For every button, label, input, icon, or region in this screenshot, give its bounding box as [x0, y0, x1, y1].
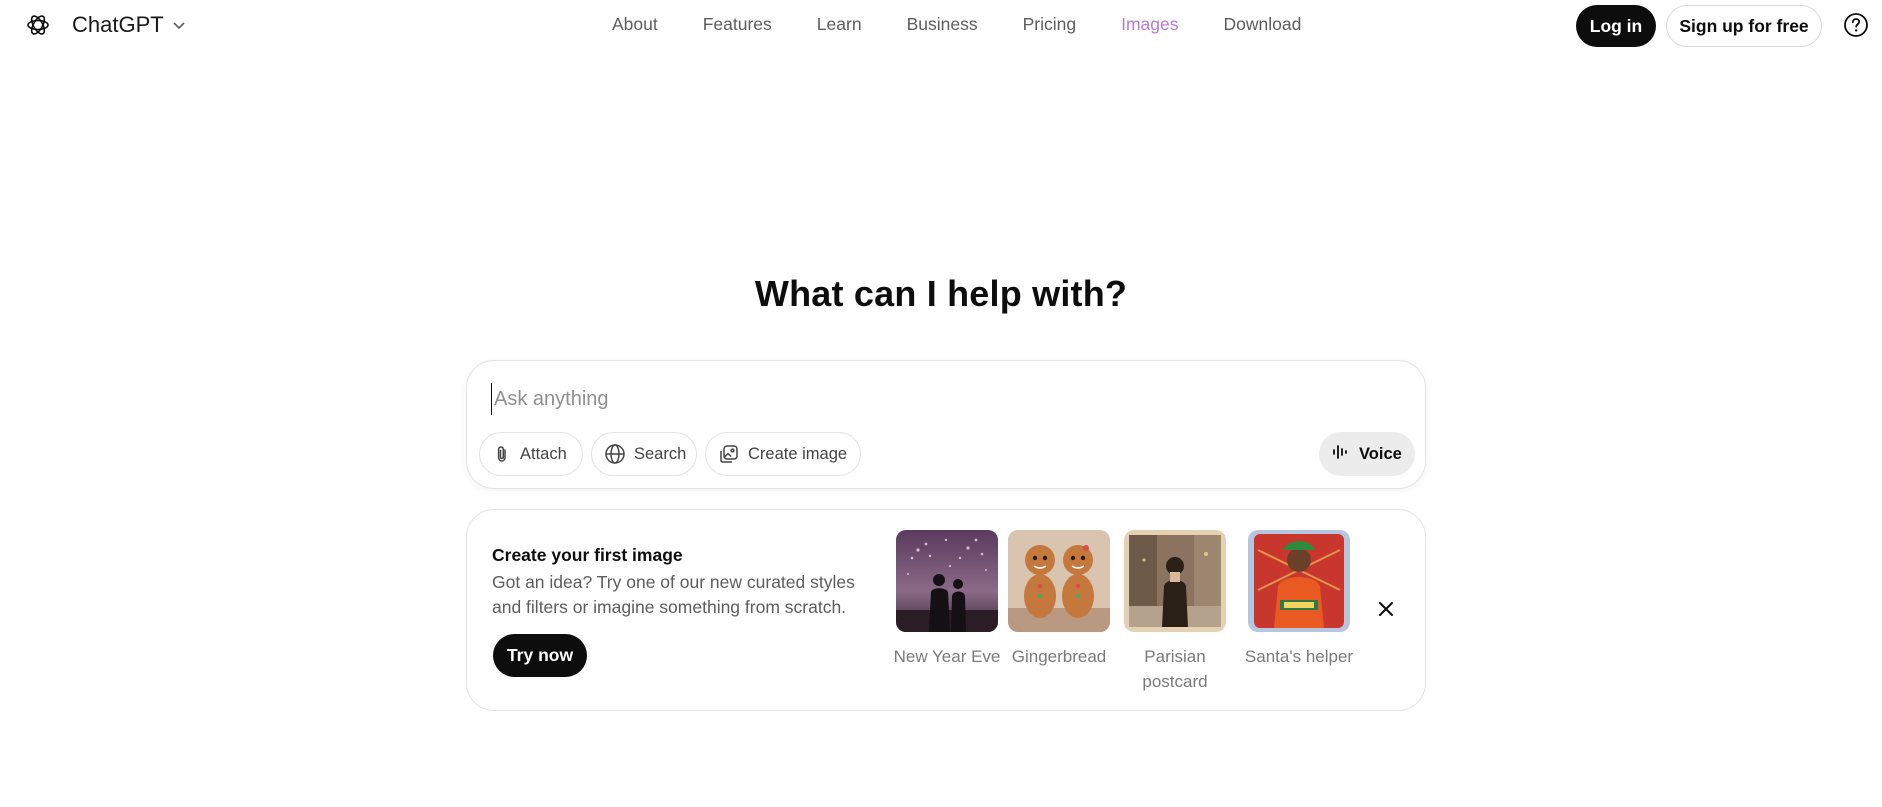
voice-waveform-icon: [1331, 442, 1351, 467]
create-image-button[interactable]: Create image: [705, 432, 861, 476]
nav-item-pricing[interactable]: Pricing: [1023, 14, 1077, 35]
prompt-input[interactable]: [491, 383, 1371, 415]
question-circle-icon[interactable]: [1843, 12, 1869, 38]
chevron-down-icon: [172, 18, 186, 32]
brand-name: ChatGPT: [72, 12, 164, 37]
nav-item-features[interactable]: Features: [703, 14, 772, 35]
new-year-eve-thumbnail: [896, 530, 998, 632]
nav-item-download[interactable]: Download: [1223, 14, 1301, 35]
openai-logo-icon[interactable]: [24, 11, 52, 39]
nav-item-learn[interactable]: Learn: [817, 14, 862, 35]
style-label-parisian-postcard: Parisian postcard: [1142, 647, 1208, 691]
nav-item-images[interactable]: Images: [1121, 14, 1178, 35]
promo-description: Got an idea? Try one of our new curated …: [492, 572, 855, 617]
attach-button[interactable]: Attach: [479, 432, 583, 476]
create-image-label: Create image: [748, 444, 848, 463]
nav-item-about[interactable]: About: [612, 14, 658, 35]
voice-button[interactable]: Voice: [1319, 432, 1415, 476]
santas-helper-thumbnail: [1248, 530, 1350, 632]
promo-title: Create your first image: [492, 545, 683, 565]
attach-label: Attach: [520, 444, 567, 463]
model-switcher[interactable]: ChatGPT: [72, 12, 186, 38]
gingerbread-thumbnail: [1008, 530, 1110, 632]
signup-button[interactable]: Sign up for free: [1666, 5, 1822, 47]
search-label: Search: [634, 444, 687, 463]
style-label-gingerbread: Gingerbread: [1011, 647, 1107, 666]
nav-item-business[interactable]: Business: [907, 14, 978, 35]
main-nav: About Features Learn Business Pricing Im…: [612, 14, 1346, 35]
image-promo-card: Create your first image Got an idea? Try…: [466, 509, 1426, 711]
try-now-button[interactable]: Try now: [493, 634, 587, 677]
image-icon: [718, 443, 740, 465]
top-navigation: ChatGPT About Features Learn Business Pr…: [0, 0, 1882, 52]
search-button[interactable]: Search: [591, 432, 697, 476]
login-button[interactable]: Log in: [1576, 5, 1656, 47]
globe-icon: [604, 443, 626, 465]
style-label-santas-helper: Santa's helper: [1244, 647, 1354, 666]
prompt-composer: Attach Search Create image Voice: [466, 360, 1426, 489]
page-title: What can I help with?: [754, 273, 1128, 314]
style-label-new-year-eve: New Year Eve: [893, 647, 1001, 666]
paperclip-icon: [492, 443, 512, 465]
parisian-postcard-thumbnail: [1124, 530, 1226, 632]
close-icon[interactable]: [1375, 598, 1397, 620]
voice-label: Voice: [1359, 444, 1402, 463]
